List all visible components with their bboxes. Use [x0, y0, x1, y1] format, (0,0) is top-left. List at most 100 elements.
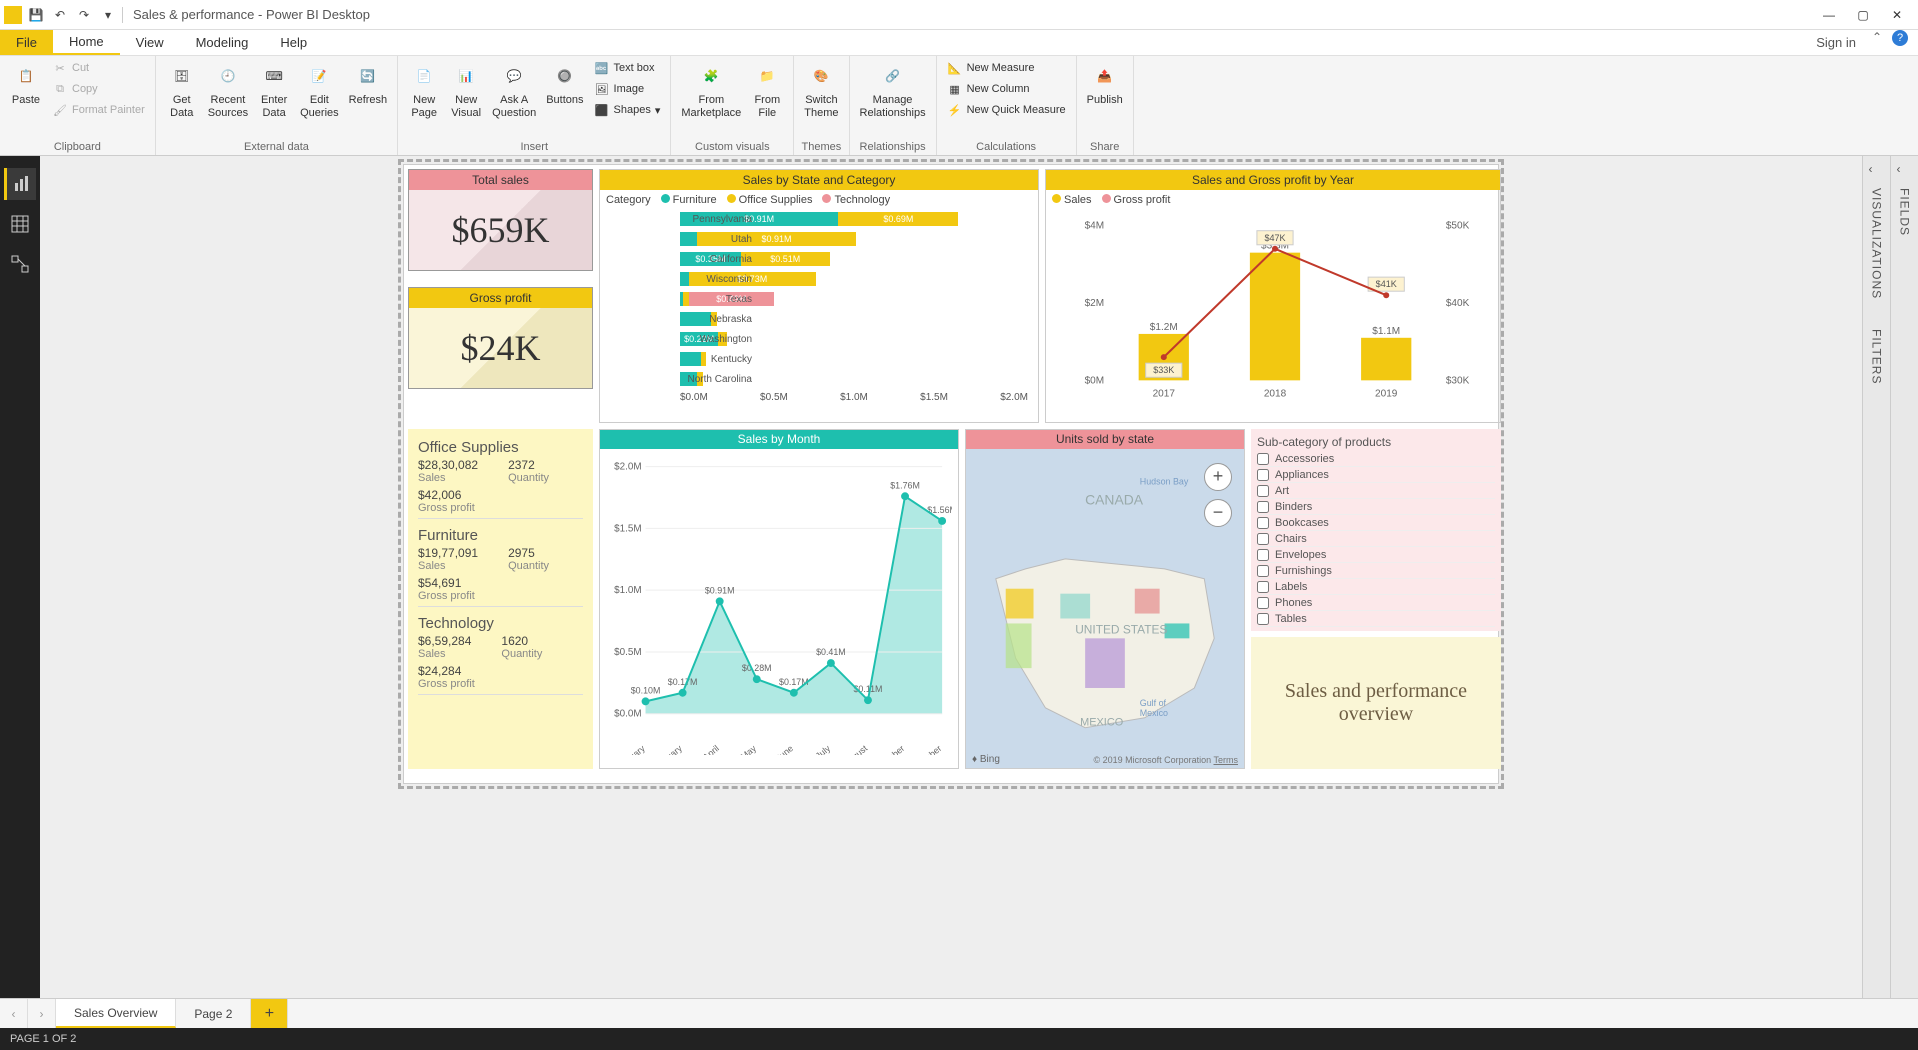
model-view-icon[interactable]: [4, 248, 36, 280]
bar-chart[interactable]: Sales by State and Category Category Fur…: [599, 169, 1039, 423]
new-quick-measure-button[interactable]: ⚡New Quick Measure: [943, 100, 1070, 120]
report-canvas[interactable]: Total sales $659K Gross profit $24K Sale…: [403, 164, 1499, 784]
new-visual-button[interactable]: 📊New Visual: [446, 58, 486, 121]
slicer-item[interactable]: Tables: [1257, 611, 1495, 627]
shapes-button[interactable]: ⬛Shapes ▾: [590, 100, 665, 120]
expand-vis-icon[interactable]: ‹: [1869, 162, 1885, 178]
slicer-item[interactable]: Bookcases: [1257, 515, 1495, 531]
slicer-item[interactable]: Accessories: [1257, 451, 1495, 467]
paste-button[interactable]: 📋Paste: [6, 58, 46, 109]
line-chart[interactable]: Sales by Month $0.0M$0.5M$1.0M$1.5M$2.0M…: [599, 429, 959, 769]
add-page-button[interactable]: +: [251, 999, 288, 1028]
sign-in-button[interactable]: Sign in: [1806, 30, 1866, 55]
svg-text:$0.41M: $0.41M: [816, 647, 846, 657]
help-tab[interactable]: Help: [264, 30, 323, 55]
edit-queries-button[interactable]: 📝Edit Queries: [296, 58, 343, 121]
tab-sales-overview[interactable]: Sales Overview: [56, 999, 176, 1028]
slicer-item[interactable]: Appliances: [1257, 467, 1495, 483]
visualizations-pane[interactable]: ‹ VISUALIZATIONS FILTERS: [1862, 156, 1890, 998]
textbox-button[interactable]: 🔤Text box: [590, 58, 665, 78]
buttons-button[interactable]: 🔘Buttons: [542, 58, 587, 109]
slicer-item[interactable]: Art: [1257, 483, 1495, 499]
page-tabs: ‹ › Sales Overview Page 2 +: [0, 998, 1918, 1028]
collapse-ribbon-icon[interactable]: ⌃: [1872, 30, 1886, 44]
fields-pane[interactable]: ‹ FIELDS: [1890, 156, 1918, 998]
svg-text:$50K: $50K: [1446, 221, 1470, 232]
enter-data-button[interactable]: ⌨Enter Data: [254, 58, 294, 121]
map-visual[interactable]: Units sold by state + − CANADA U: [965, 429, 1245, 769]
svg-text:2019: 2019: [1375, 388, 1398, 399]
themes-group-label: Themes: [800, 139, 842, 155]
line-chart-title: Sales by Month: [600, 430, 958, 449]
maximize-button[interactable]: ▢: [1856, 8, 1870, 22]
svg-text:February: February: [650, 743, 684, 755]
map-zoom-out-button[interactable]: −: [1204, 499, 1232, 527]
publish-button[interactable]: 📤Publish: [1083, 58, 1127, 109]
format-painter-button[interactable]: 🖌Format Painter: [48, 100, 149, 120]
modeling-tab[interactable]: Modeling: [180, 30, 265, 55]
slicer-item[interactable]: Furnishings: [1257, 563, 1495, 579]
minimize-button[interactable]: —: [1822, 8, 1836, 22]
qat-dropdown-icon[interactable]: ▾: [100, 7, 116, 23]
svg-text:2018: 2018: [1264, 388, 1287, 399]
cut-button[interactable]: ✂Cut: [48, 58, 149, 78]
new-measure-button[interactable]: 📐New Measure: [943, 58, 1070, 78]
report-view-icon[interactable]: [4, 168, 36, 200]
recent-sources-button[interactable]: 🕘Recent Sources: [204, 58, 252, 121]
kpi-total-sales[interactable]: Total sales $659K: [408, 169, 593, 271]
report-canvas-wrap[interactable]: Total sales $659K Gross profit $24K Sale…: [40, 156, 1862, 998]
slicer-item[interactable]: Envelopes: [1257, 547, 1495, 563]
ask-question-button[interactable]: 💬Ask A Question: [488, 58, 540, 121]
tab-prev-button[interactable]: ‹: [0, 999, 28, 1028]
svg-text:UNITED STATES: UNITED STATES: [1075, 622, 1167, 636]
slicer-item[interactable]: Binders: [1257, 499, 1495, 515]
combo-chart-legend: Sales Gross profit: [1046, 190, 1500, 210]
undo-icon[interactable]: ↶: [52, 7, 68, 23]
svg-text:$40K: $40K: [1446, 298, 1470, 309]
manage-relationships-button[interactable]: 🔗Manage Relationships: [856, 58, 930, 121]
svg-text:2017: 2017: [1153, 388, 1176, 399]
redo-icon[interactable]: ↷: [76, 7, 92, 23]
map-zoom-in-button[interactable]: +: [1204, 463, 1232, 491]
from-marketplace-button[interactable]: 🧩From Marketplace: [677, 58, 745, 121]
new-page-button[interactable]: 📄New Page: [404, 58, 444, 121]
image-button[interactable]: 🖼Image: [590, 79, 665, 99]
category-list[interactable]: Office Supplies $28,30,082Sales 2372Quan…: [408, 429, 593, 769]
view-tab[interactable]: View: [120, 30, 180, 55]
tab-next-button[interactable]: ›: [28, 999, 56, 1028]
home-tab[interactable]: Home: [53, 30, 120, 55]
switch-theme-button[interactable]: 🎨Switch Theme: [800, 58, 842, 121]
refresh-button[interactable]: 🔄Refresh: [345, 58, 392, 109]
svg-text:$0.0M: $0.0M: [614, 709, 641, 720]
file-menu[interactable]: File: [0, 30, 53, 55]
menu-bar: File Home View Modeling Help Sign in ⌃ ?: [0, 30, 1918, 56]
custom-visuals-group-label: Custom visuals: [677, 139, 787, 155]
combo-chart[interactable]: Sales and Gross profit by Year Sales Gro…: [1045, 169, 1501, 423]
slicer-item[interactable]: Labels: [1257, 579, 1495, 595]
map-title: Units sold by state: [966, 430, 1244, 449]
svg-text:MEXICO: MEXICO: [1080, 717, 1123, 729]
kpi-total-sales-label: Total sales: [409, 170, 592, 190]
svg-text:$1.0M: $1.0M: [614, 585, 641, 596]
slicer-item[interactable]: Chairs: [1257, 531, 1495, 547]
svg-text:$4M: $4M: [1085, 221, 1105, 232]
new-column-button[interactable]: ▦New Column: [943, 79, 1070, 99]
kpi-gross-profit[interactable]: Gross profit $24K: [408, 287, 593, 389]
help-icon[interactable]: ?: [1892, 30, 1908, 46]
slicer-subcategory[interactable]: Sub-category of products AccessoriesAppl…: [1251, 429, 1501, 631]
svg-text:$2.0M: $2.0M: [614, 461, 641, 472]
get-data-button[interactable]: 🗄Get Data: [162, 58, 202, 121]
close-button[interactable]: ✕: [1890, 8, 1904, 22]
slicer-item[interactable]: Phones: [1257, 595, 1495, 611]
expand-fields-icon[interactable]: ‹: [1897, 162, 1913, 178]
from-file-button[interactable]: 📁From File: [747, 58, 787, 121]
tab-page-2[interactable]: Page 2: [176, 999, 251, 1028]
data-view-icon[interactable]: [4, 208, 36, 240]
svg-text:Gulf of: Gulf of: [1140, 698, 1167, 708]
save-icon[interactable]: 💾: [28, 7, 44, 23]
svg-text:$1.76M: $1.76M: [890, 480, 920, 490]
copy-button[interactable]: ⧉Copy: [48, 79, 149, 99]
bar-chart-legend: Category Furniture Office Supplies Techn…: [600, 190, 1038, 210]
svg-text:$33K: $33K: [1153, 365, 1174, 375]
svg-text:$0.10M: $0.10M: [631, 685, 661, 695]
